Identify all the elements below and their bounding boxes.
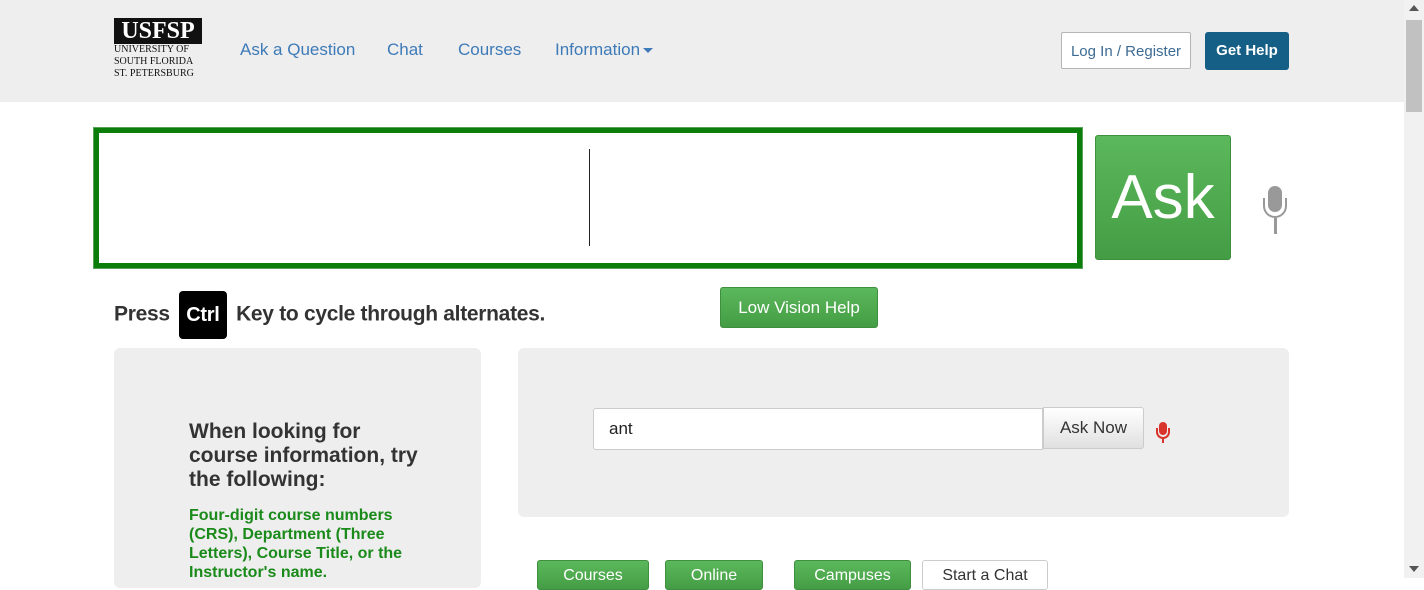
online-button[interactable]: Online xyxy=(665,560,763,590)
nav-information-label: Information xyxy=(555,40,641,59)
scroll-down-arrow-icon[interactable] xyxy=(1409,566,1419,572)
nav-courses[interactable]: Courses xyxy=(458,40,521,60)
logo-line-2: SOUTH FLORIDA xyxy=(114,56,194,67)
login-register-button[interactable]: Log In / Register xyxy=(1061,32,1191,69)
scroll-up-arrow-icon[interactable] xyxy=(1409,5,1419,11)
campuses-button[interactable]: Campuses xyxy=(794,560,911,590)
logo-line-3: ST. PETERSBURG xyxy=(114,68,194,79)
scrollbar-thumb[interactable] xyxy=(1406,20,1422,112)
low-vision-help-button[interactable]: Low Vision Help xyxy=(720,287,878,328)
ask-button[interactable]: Ask xyxy=(1095,135,1231,260)
logo-mark: USFSP xyxy=(114,18,202,44)
tips-heading: When looking for course information, try… xyxy=(189,420,418,491)
get-help-button[interactable]: Get Help xyxy=(1205,32,1289,70)
ctrl-key-badge: Ctrl xyxy=(179,291,227,339)
tips-body: Four-digit course numbers (CRS), Departm… xyxy=(189,507,403,581)
text-cursor xyxy=(589,149,590,246)
ask-now-button[interactable]: Ask Now xyxy=(1043,407,1144,449)
hint-suffix: Key to cycle through alternates. xyxy=(236,302,546,326)
microphone-red-icon[interactable] xyxy=(1155,422,1171,444)
site-header: USFSP UNIVERSITY OF SOUTH FLORIDA ST. PE… xyxy=(0,0,1404,102)
question-input[interactable] xyxy=(93,127,1083,269)
start-chat-button[interactable]: Start a Chat xyxy=(922,560,1048,590)
courses-button[interactable]: Courses xyxy=(537,560,649,590)
caret-down-icon xyxy=(643,48,654,54)
logo-line-1: UNIVERSITY OF xyxy=(114,44,189,55)
quick-ask-input[interactable]: ant xyxy=(593,408,1043,450)
usfsp-logo[interactable]: USFSP UNIVERSITY OF SOUTH FLORIDA ST. PE… xyxy=(114,18,204,82)
nav-ask-a-question[interactable]: Ask a Question xyxy=(240,40,355,60)
microphone-icon[interactable] xyxy=(1262,186,1288,238)
nav-chat[interactable]: Chat xyxy=(387,40,423,60)
ctrl-hint: Press Ctrl Key to cycle through alternat… xyxy=(114,291,545,339)
nav-information[interactable]: Information xyxy=(555,40,654,60)
hint-prefix: Press xyxy=(114,302,170,326)
